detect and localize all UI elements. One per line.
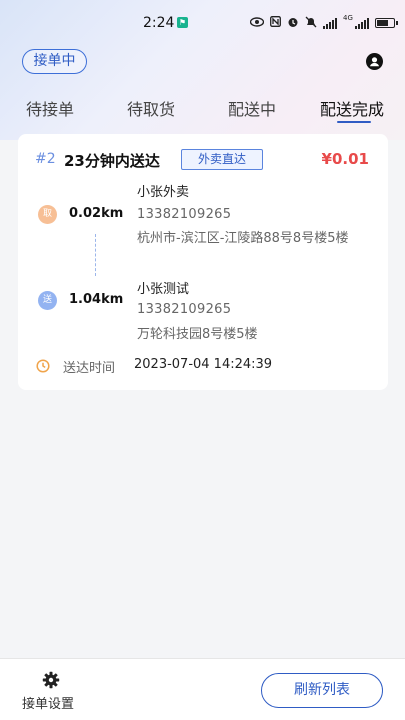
user-icon[interactable] <box>366 53 383 70</box>
tab-pending-accept[interactable]: 待接单 <box>26 96 74 120</box>
pickup-address: 杭州市-滨江区-江陵路88号8号楼5楼 <box>137 231 349 246</box>
order-title: 23分钟内送达 <box>64 152 160 170</box>
delivery-badge-icon: 送 <box>38 291 57 310</box>
bottom-bar: 接单设置 刷新列表 <box>0 658 405 720</box>
route-connector <box>95 234 96 276</box>
delivery-phone[interactable]: 13382109265 <box>137 302 231 317</box>
status-icons: 4G <box>249 14 398 32</box>
tab-completed[interactable]: 配送完成 <box>320 96 384 120</box>
delivery-time-value: 2023-07-04 14:24:39 <box>134 357 273 372</box>
active-tab-indicator <box>337 121 371 123</box>
delivery-time-label: 送达时间 <box>63 361 116 376</box>
pickup-name: 小张外卖 <box>137 185 190 200</box>
order-settings-label: 接单设置 <box>22 697 75 712</box>
order-tabs: 待接单 待取货 配送中 配送完成 <box>0 96 405 126</box>
clock-icon <box>36 358 50 377</box>
wifi-icon <box>323 17 337 29</box>
order-card[interactable]: #2 23分钟内送达 外卖直达 ¥0.01 取 0.02km 小张外卖 1338… <box>18 134 388 390</box>
order-settings-button[interactable]: 接单设置 <box>18 669 84 715</box>
pickup-distance: 0.02km <box>69 206 124 221</box>
delivery-name: 小张测试 <box>137 282 190 297</box>
battery-icon <box>374 18 398 28</box>
alarm-icon <box>287 16 299 31</box>
order-type-tag: 外卖直达 <box>181 149 263 170</box>
signal-icon <box>354 17 369 29</box>
status-bar: 2:24 ⚑ 4G <box>0 12 405 34</box>
refresh-list-button[interactable]: 刷新列表 <box>261 673 383 708</box>
pickup-phone[interactable]: 13382109265 <box>137 207 231 222</box>
eye-icon <box>249 16 265 30</box>
tab-delivering[interactable]: 配送中 <box>228 96 276 120</box>
mute-icon <box>305 16 317 31</box>
status-time: 2:24 <box>143 15 175 31</box>
delivery-distance: 1.04km <box>69 292 124 307</box>
pickup-badge-icon: 取 <box>38 205 57 224</box>
network-label: 4G <box>343 14 353 22</box>
app-notification-icon: ⚑ <box>177 17 188 28</box>
order-status-chip[interactable]: 接单中 <box>22 49 87 74</box>
delivery-address: 万轮科技园8号楼5楼 <box>137 327 258 342</box>
gear-icon <box>42 671 60 693</box>
nfc-icon <box>270 16 281 30</box>
order-number: #2 <box>35 151 56 167</box>
tab-pending-pickup[interactable]: 待取货 <box>127 96 175 120</box>
order-price: ¥0.01 <box>321 150 369 168</box>
